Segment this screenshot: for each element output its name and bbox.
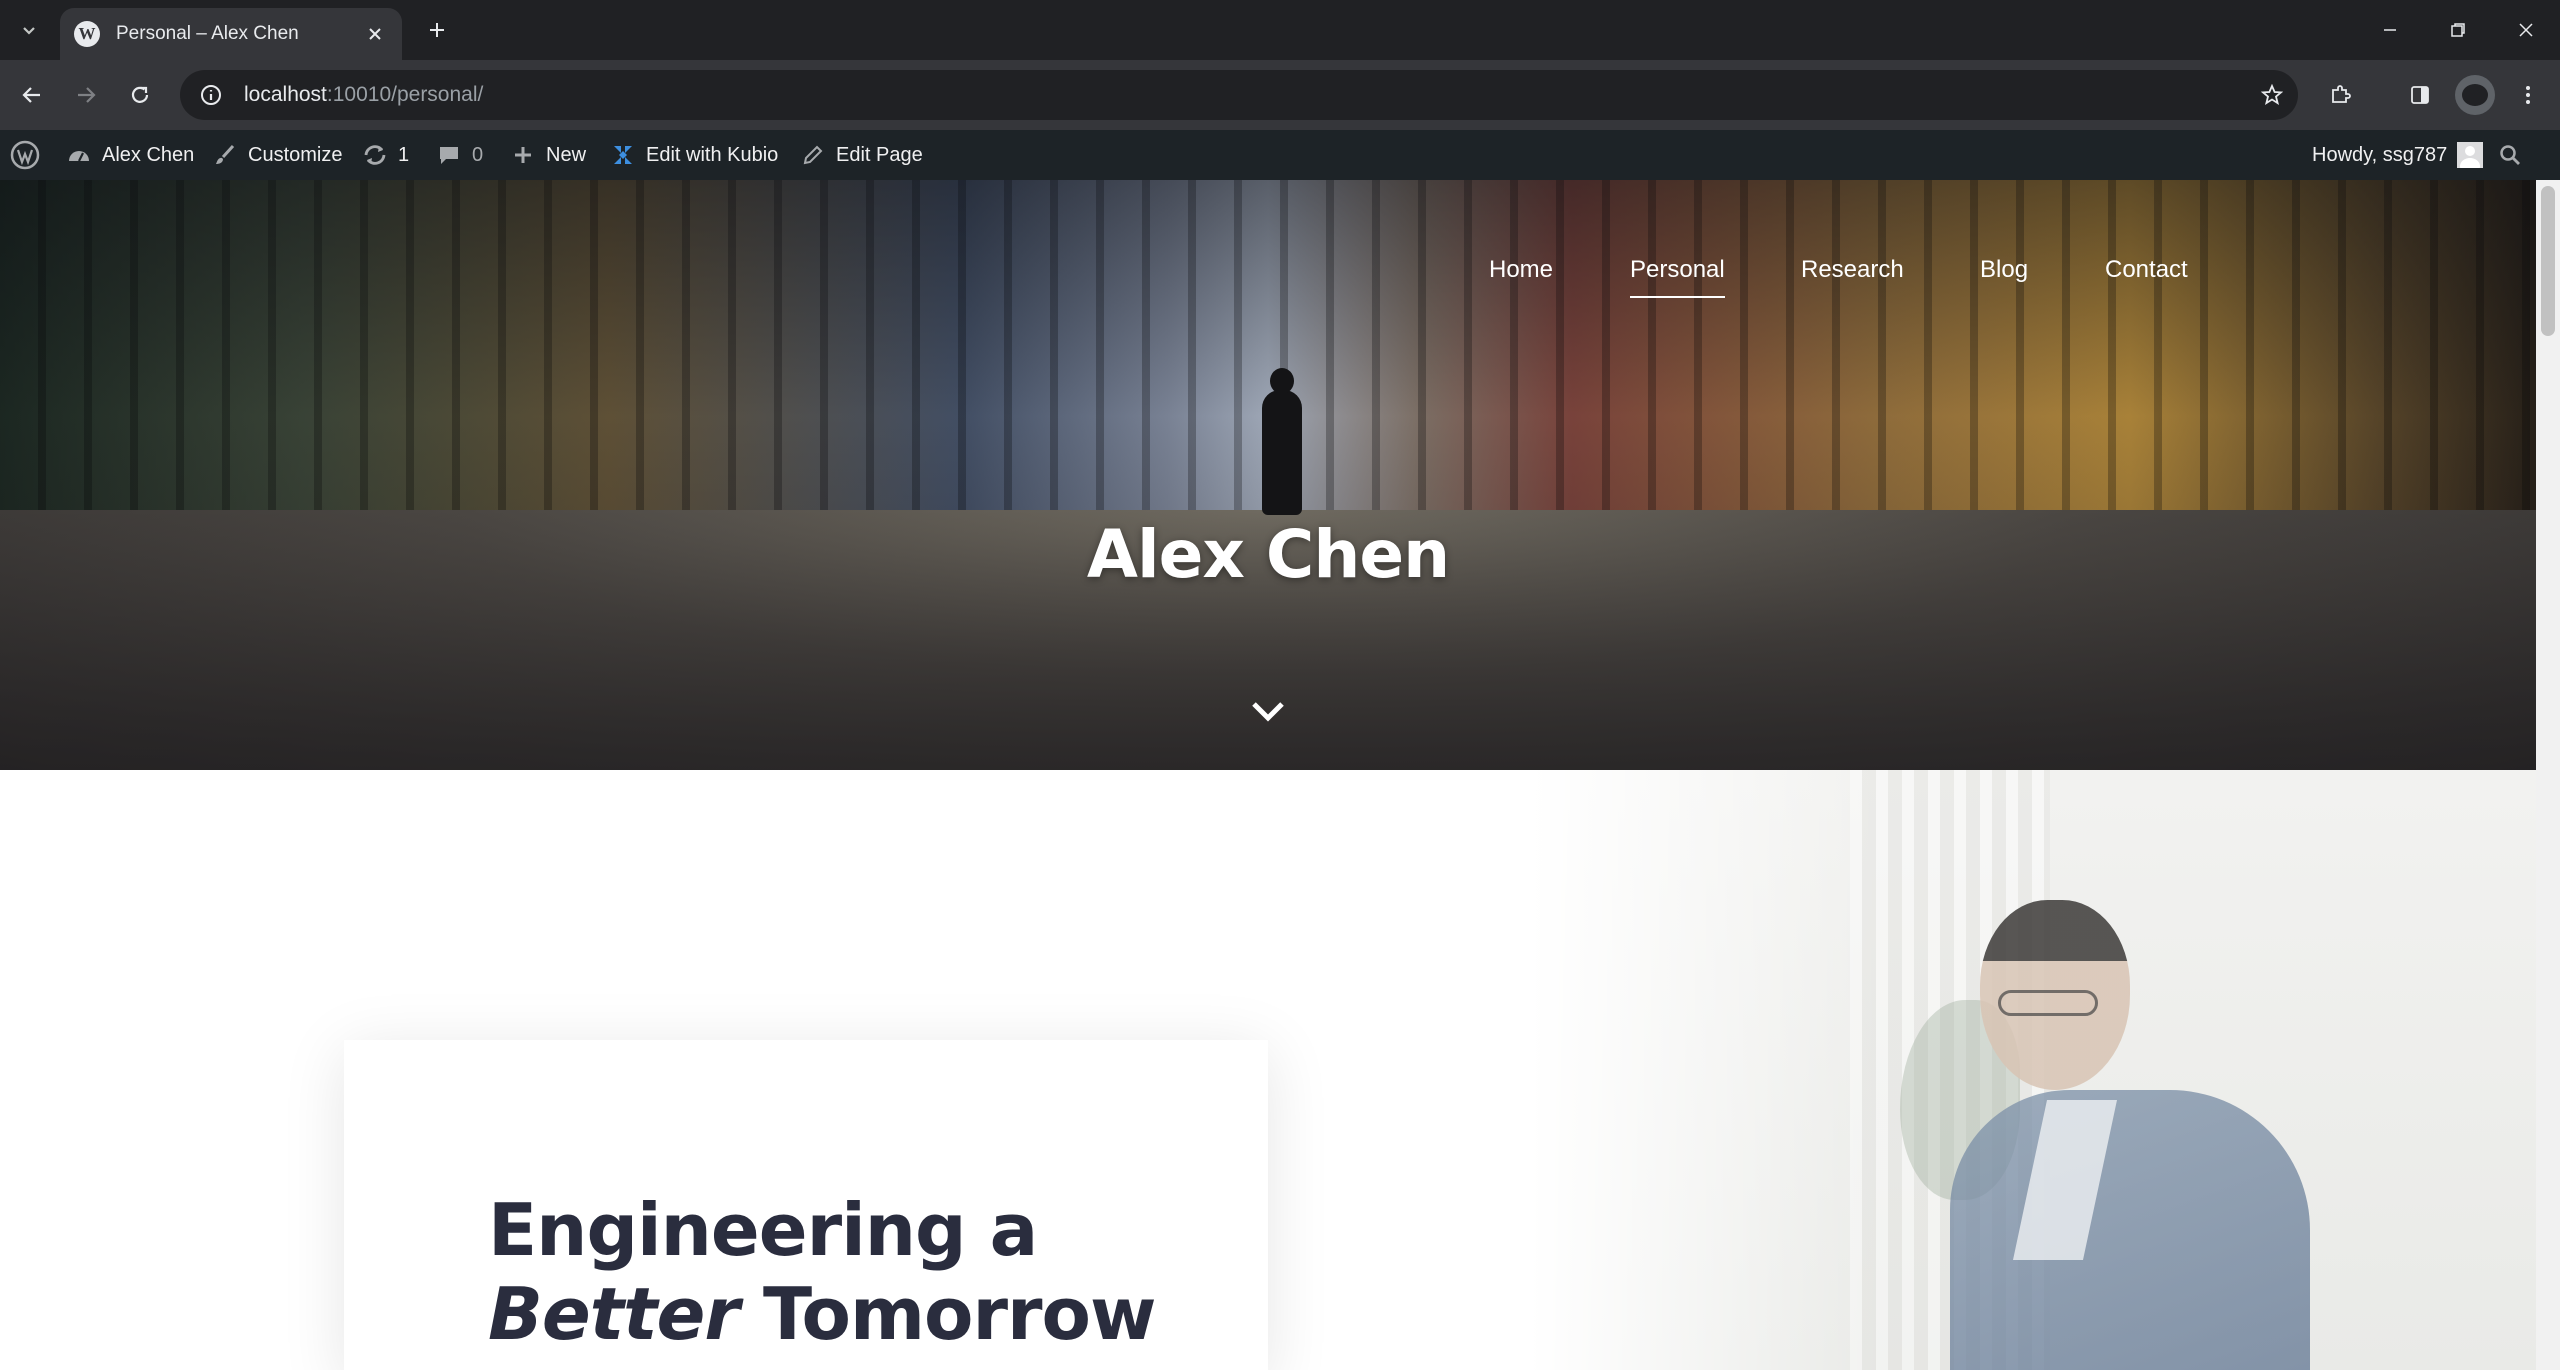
- dashboard-icon: [66, 142, 92, 168]
- intro-section: Engineering a Better Tomorrow: [0, 770, 2536, 1370]
- chevron-down-icon: [23, 27, 35, 35]
- info-icon: [201, 85, 221, 105]
- nav-blog[interactable]: Blog: [1980, 250, 2028, 290]
- arrow-left-icon: [22, 87, 40, 103]
- close-icon: [369, 28, 381, 40]
- tab-search-button[interactable]: [10, 12, 48, 48]
- comment-icon: [436, 142, 462, 168]
- page-scrollbar[interactable]: [2536, 180, 2560, 1370]
- profile-avatar[interactable]: [2455, 75, 2495, 115]
- user-avatar: [2457, 142, 2484, 168]
- forward-button[interactable]: [66, 75, 106, 115]
- scroll-down-button[interactable]: [1250, 694, 1286, 730]
- browser-tab-active[interactable]: W Personal – Alex Chen: [60, 8, 402, 60]
- browser-menu-button[interactable]: [2508, 75, 2548, 115]
- comments-link[interactable]: 0: [436, 130, 483, 180]
- close-window-button[interactable]: [2492, 0, 2560, 60]
- browser-tabstrip: W Personal – Alex Chen: [0, 0, 2560, 60]
- my-account-menu[interactable]: Howdy, ssg787: [2312, 130, 2484, 180]
- wp-logo-menu[interactable]: [10, 130, 40, 180]
- updates-link[interactable]: 1: [362, 130, 409, 180]
- reload-button[interactable]: [120, 75, 160, 115]
- person-body-image: [1950, 1090, 2310, 1370]
- restore-icon: [2451, 23, 2465, 37]
- site-name-label: Alex Chen: [102, 143, 195, 166]
- tab-title: Personal – Alex Chen: [116, 23, 299, 44]
- paintbrush-icon: [212, 142, 238, 168]
- customize-link[interactable]: Customize: [212, 130, 342, 180]
- nav-contact[interactable]: Contact: [2105, 250, 2188, 290]
- intro-card: Engineering a Better Tomorrow: [344, 1040, 1268, 1370]
- plus-icon: [510, 142, 536, 168]
- edit-page-label: Edit Page: [836, 143, 923, 166]
- comments-count: 0: [472, 143, 484, 166]
- site-info-button[interactable]: [194, 78, 228, 112]
- close-icon: [2519, 23, 2533, 37]
- intro-heading: Engineering a Better Tomorrow: [488, 1188, 1188, 1356]
- portrait-photo: [1530, 770, 2536, 1370]
- wp-admin-bar: Alex Chen Customize 1 0 New Edit with Ku…: [0, 130, 2560, 180]
- nav-research[interactable]: Research: [1801, 250, 1904, 290]
- heading-italic-word: Better: [488, 1272, 740, 1356]
- new-tab-button[interactable]: [418, 12, 456, 48]
- site-name-menu[interactable]: Alex Chen: [66, 130, 194, 180]
- kubio-icon: [610, 142, 636, 168]
- puzzle-icon: [2332, 85, 2351, 103]
- walking-person-silhouette: [1262, 368, 1302, 515]
- updates-count: 1: [398, 143, 410, 166]
- side-panel-icon: [2411, 86, 2429, 104]
- arrow-right-icon: [78, 87, 96, 103]
- reload-icon: [131, 86, 149, 103]
- more-vert-icon: [2526, 86, 2530, 104]
- hero-section: Home Personal Research Blog Contact Alex…: [0, 180, 2536, 770]
- pencil-icon: [800, 142, 826, 168]
- scrollbar-thumb[interactable]: [2541, 186, 2555, 336]
- heading-line-2: Tomorrow: [738, 1272, 1157, 1356]
- minimize-icon: [2384, 29, 2396, 31]
- search-icon: [2500, 145, 2520, 165]
- admin-search-button[interactable]: [2498, 130, 2522, 180]
- glasses-image: [1998, 990, 2098, 1016]
- customize-label: Customize: [248, 143, 343, 166]
- star-icon: [2261, 84, 2283, 105]
- edit-with-kubio-link[interactable]: Edit with Kubio: [610, 130, 778, 180]
- minimize-button[interactable]: [2356, 0, 2424, 60]
- nav-home[interactable]: Home: [1489, 250, 1553, 290]
- edit-with-kubio-label: Edit with Kubio: [646, 143, 779, 166]
- new-label: New: [546, 143, 587, 166]
- wordpress-icon: [10, 140, 40, 170]
- back-button[interactable]: [12, 75, 52, 115]
- extensions-button[interactable]: [2320, 75, 2360, 115]
- heading-line-1: Engineering a: [488, 1188, 1038, 1272]
- howdy-label: Howdy, ssg787: [2312, 143, 2448, 166]
- side-panel-button[interactable]: [2400, 75, 2440, 115]
- tab-close-button[interactable]: [362, 21, 388, 47]
- url-host: localhost: [244, 83, 327, 106]
- restore-button[interactable]: [2424, 0, 2492, 60]
- hero-title: Alex Chen: [1086, 516, 1450, 593]
- plus-icon: [430, 23, 444, 37]
- update-icon: [362, 142, 388, 168]
- edit-page-link[interactable]: Edit Page: [800, 130, 923, 180]
- bookmark-button[interactable]: [2252, 75, 2292, 115]
- wordpress-favicon-icon: W: [74, 21, 100, 47]
- new-content-menu[interactable]: New: [510, 130, 586, 180]
- chevron-down-icon: [1252, 702, 1284, 722]
- address-bar[interactable]: localhost:10010/personal/: [180, 70, 2298, 120]
- nav-personal[interactable]: Personal: [1630, 250, 1725, 298]
- browser-toolbar: localhost:10010/personal/: [0, 60, 2560, 130]
- url-path: :10010/personal/: [326, 83, 484, 106]
